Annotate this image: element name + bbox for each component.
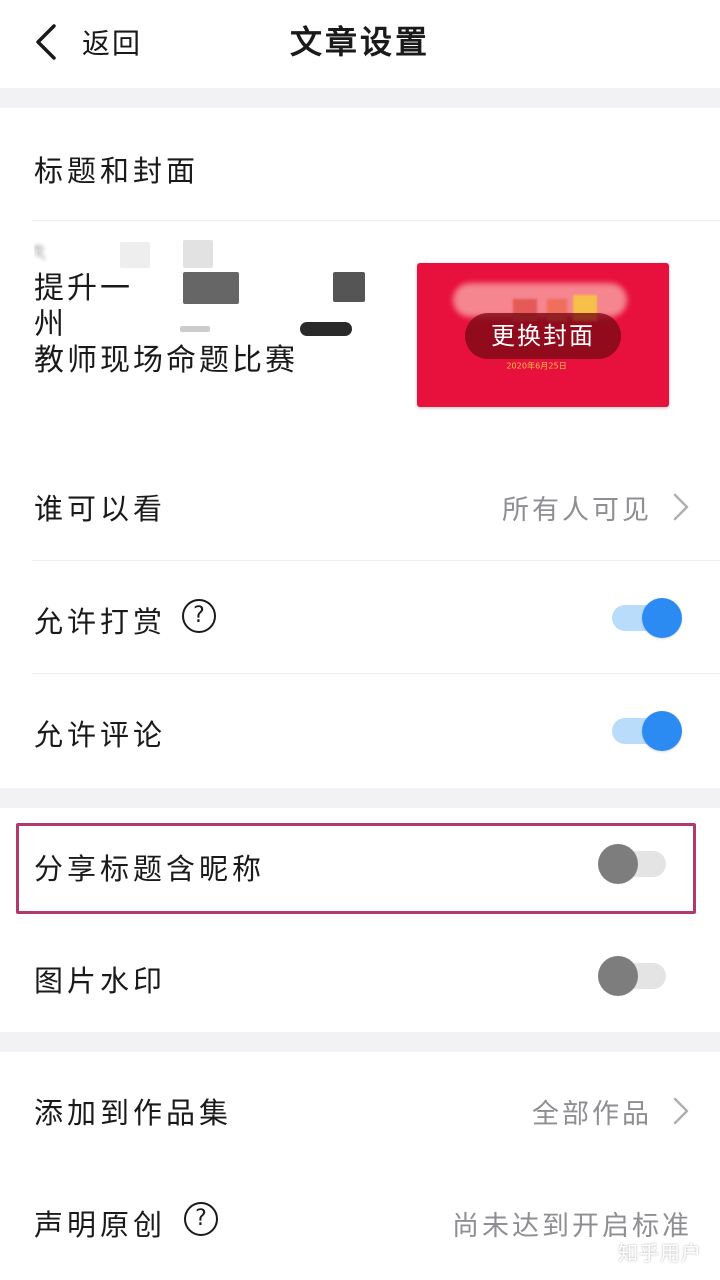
top-bar: 返回 文章设置: [0, 0, 720, 88]
share-nickname-label: 分享标题含昵称: [34, 852, 266, 886]
allow-tips-row: 允许打赏 ?: [0, 561, 720, 674]
article-settings-page: 返回 文章设置 标题和封面 ঽ 提升一 州 教师现场命题比赛 更换封面 2020…: [0, 0, 720, 1280]
toggle-knob: [642, 598, 682, 638]
cover-blur: [453, 283, 627, 317]
share-section: 分享标题含昵称 图片水印: [0, 808, 720, 1032]
visibility-row[interactable]: 谁可以看 所有人可见: [0, 448, 720, 561]
collection-value: 全部作品: [532, 1099, 652, 1130]
image-watermark-toggle[interactable]: [598, 953, 670, 997]
share-nickname-toggle[interactable]: [598, 841, 670, 885]
image-watermark-row: 图片水印: [0, 920, 720, 1032]
redaction-mask: [120, 242, 150, 268]
chevron-right-icon: [673, 1097, 689, 1125]
publish-section: 添加到作品集 全部作品 声明原创 ? 尚未达到开启标准: [0, 1052, 720, 1280]
allow-comments-toggle[interactable]: [612, 708, 684, 752]
allow-comments-row: 允许评论: [0, 674, 720, 788]
title-line-3: 教师现场命题比赛: [34, 343, 298, 378]
toggle-knob: [642, 711, 682, 751]
redaction-mask: [180, 326, 210, 332]
add-to-collection-row[interactable]: 添加到作品集 全部作品: [0, 1052, 720, 1164]
toggle-knob: [598, 956, 638, 996]
page-title: 文章设置: [289, 23, 430, 61]
cover-caption: 2020年6月25日: [506, 362, 567, 372]
image-watermark-label: 图片水印: [34, 964, 167, 998]
title-cover-label: 标题和封面: [34, 154, 200, 188]
toggle-knob: [598, 844, 638, 884]
privacy-section: 谁可以看 所有人可见 允许打赏 ? 允许评论: [0, 448, 720, 788]
visibility-value: 所有人可见: [502, 495, 652, 526]
visibility-label: 谁可以看: [34, 492, 167, 526]
redaction-mask: [333, 272, 365, 302]
help-icon[interactable]: ?: [182, 599, 216, 633]
redaction-mask: [300, 322, 352, 336]
watermark-text: 知乎用户: [618, 1241, 702, 1265]
declare-original-label: 声明原创: [34, 1208, 167, 1242]
allow-tips-toggle[interactable]: [612, 595, 684, 639]
help-icon[interactable]: ?: [184, 1202, 218, 1236]
divider: [32, 220, 720, 221]
chevron-right-icon: [673, 493, 689, 521]
allow-tips-label: 允许打赏: [34, 605, 167, 639]
redaction-mask: [183, 272, 239, 304]
share-nickname-row: 分享标题含昵称: [0, 808, 720, 920]
allow-comments-label: 允许评论: [34, 718, 167, 752]
declare-original-row: 声明原创 ? 尚未达到开启标准: [0, 1164, 720, 1280]
add-to-collection-label: 添加到作品集: [34, 1096, 233, 1130]
redaction-mask: [183, 240, 213, 268]
cover-image[interactable]: 更换封面 2020年6月25日: [417, 263, 669, 407]
change-cover-button[interactable]: 更换封面: [465, 313, 621, 359]
